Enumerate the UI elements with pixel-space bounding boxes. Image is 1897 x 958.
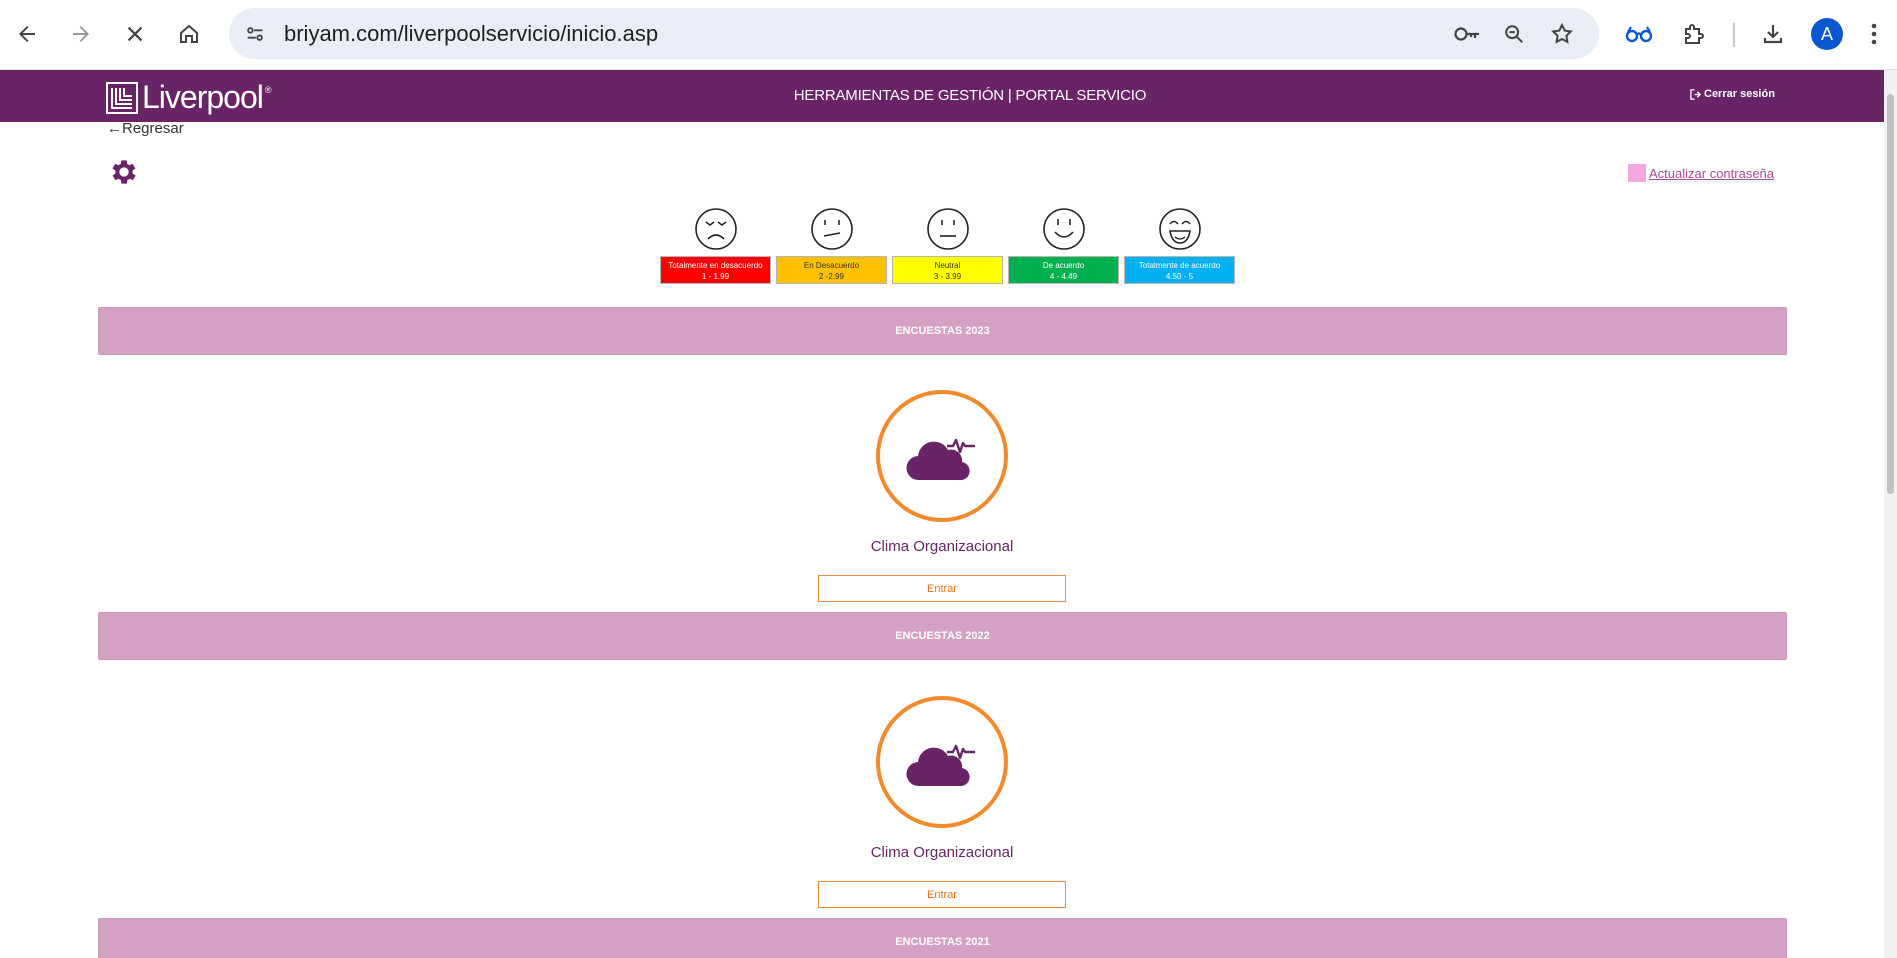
- cloud-pulse-icon: [906, 744, 975, 787]
- back-link-label: Regresar: [122, 120, 184, 137]
- site-header: Liverpool ® HERRAMIENTAS DE GESTIÓN | PO…: [0, 70, 1884, 122]
- section-title: ENCUESTAS 2021: [895, 936, 990, 948]
- password-link-swatch: [1628, 164, 1646, 182]
- section-header-2021: ENCUESTAS 2021: [98, 918, 1787, 958]
- cloud-pulse-icon: [906, 438, 975, 481]
- very-sad-face-icon: [694, 208, 737, 250]
- logout-icon: [1690, 88, 1701, 100]
- survey-card-2023[interactable]: [876, 390, 1008, 522]
- password-key-icon[interactable]: [1453, 20, 1481, 48]
- zoom-icon[interactable]: [1500, 20, 1528, 48]
- scale-range: 2 -2.99: [819, 272, 844, 281]
- reading-glasses-icon[interactable]: [1621, 16, 1657, 52]
- scale-item-very-sad: Totalmente en desacuerdo 1 - 1.99: [660, 207, 771, 284]
- scale-item-happy: De acuerdo 4 - 4.49: [1008, 207, 1119, 284]
- extensions-icon[interactable]: [1676, 16, 1712, 52]
- section-title: ENCUESTAS 2022: [895, 630, 990, 642]
- scale-label: Neutral: [934, 261, 961, 270]
- back-arrow-icon: ←: [107, 120, 122, 137]
- settings-gear-icon[interactable]: [108, 156, 140, 188]
- downloads-icon[interactable]: [1755, 16, 1791, 52]
- menu-icon[interactable]: [1864, 16, 1884, 52]
- sad-face-icon: [810, 208, 853, 250]
- back-icon[interactable]: [8, 15, 46, 53]
- section-header-2023: ENCUESTAS 2023: [98, 307, 1787, 355]
- scale-label: Totalmente en desacuerdo: [668, 261, 763, 270]
- survey-name-2023: Clima Organizacional: [870, 538, 1014, 555]
- page-viewport: Liverpool ® HERRAMIENTAS DE GESTIÓN | PO…: [0, 70, 1884, 958]
- logout-button[interactable]: Cerrar sesión: [1690, 88, 1775, 100]
- enter-button-2023[interactable]: Entrar: [818, 575, 1066, 602]
- scale-label: De acuerdo: [1042, 261, 1085, 270]
- scale-range: 3 - 3.99: [933, 272, 962, 281]
- survey-card-2022[interactable]: [876, 696, 1008, 828]
- forward-icon[interactable]: [62, 15, 100, 53]
- scale-range: 4 - 4.49: [1049, 272, 1078, 281]
- stop-icon[interactable]: [116, 15, 154, 53]
- url-text: briyam.com/liverpoolservicio/inicio.asp: [284, 21, 659, 46]
- logout-label: Cerrar sesión: [1704, 88, 1775, 100]
- scale-item-very-happy: Totalmente de acuerdo 4.50 - 5: [1124, 207, 1235, 284]
- header-title: HERRAMIENTAS DE GESTIÓN | PORTAL SERVICI…: [793, 87, 1147, 104]
- scale-item-sad: En Desacuerdo 2 -2.99: [776, 207, 887, 284]
- bookmark-star-icon[interactable]: [1548, 20, 1576, 48]
- scale-box-neutral: Neutral 3 - 3.99: [892, 256, 1003, 284]
- scale-box-very-sad: Totalmente en desacuerdo 1 - 1.99: [660, 256, 771, 284]
- scale-box-sad: En Desacuerdo 2 -2.99: [776, 256, 887, 284]
- scale-label: Totalmente de acuerdo: [1138, 261, 1221, 270]
- address-bar[interactable]: briyam.com/liverpoolservicio/inicio.asp: [229, 8, 1599, 59]
- neutral-face-icon: [926, 208, 969, 250]
- scale-item-neutral: Neutral 3 - 3.99: [892, 207, 1003, 284]
- home-icon[interactable]: [170, 15, 208, 53]
- rating-scale-legend: Totalmente en desacuerdo 1 - 1.99 En Des…: [660, 207, 1235, 284]
- scrollbar-thumb[interactable]: [1887, 94, 1894, 494]
- scale-range: 4.50 - 5: [1165, 272, 1194, 281]
- section-header-2022: ENCUESTAS 2022: [98, 612, 1787, 660]
- scale-range: 1 - 1.99: [701, 272, 730, 281]
- happy-face-icon: [1042, 208, 1085, 250]
- scale-label: En Desacuerdo: [803, 261, 860, 270]
- very-happy-face-icon: [1158, 208, 1201, 250]
- profile-avatar[interactable]: A: [1811, 18, 1843, 50]
- section-title: ENCUESTAS 2023: [895, 325, 990, 337]
- survey-name-2022: Clima Organizacional: [870, 844, 1014, 861]
- enter-button-2022[interactable]: Entrar: [818, 881, 1066, 908]
- update-password-link[interactable]: Actualizar contraseña: [1628, 164, 1774, 182]
- back-link[interactable]: ←Regresar: [107, 120, 184, 137]
- scale-box-happy: De acuerdo 4 - 4.49: [1008, 256, 1119, 284]
- update-password-label: Actualizar contraseña: [1649, 165, 1775, 181]
- site-info-icon[interactable]: [241, 20, 269, 48]
- browser-toolbar: briyam.com/liverpoolservicio/inicio.asp …: [0, 0, 1897, 70]
- page-scrollbar[interactable]: [1884, 70, 1897, 958]
- scale-box-very-happy: Totalmente de acuerdo 4.50 - 5: [1124, 256, 1235, 284]
- toolbar-separator: [1733, 23, 1735, 47]
